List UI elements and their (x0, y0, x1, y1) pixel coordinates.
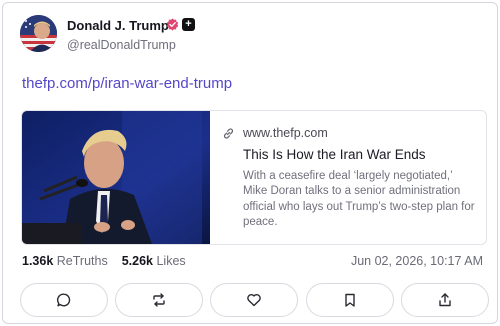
action-bar (20, 283, 490, 317)
preview-thumbnail (22, 111, 210, 244)
retruths-count[interactable]: 1.36k (22, 254, 53, 268)
engagement-stats: 1.36k ReTruths 5.26k Likes (22, 254, 186, 268)
link-preview-card[interactable]: www.thefp.com This Is How the Iran War E… (21, 110, 487, 245)
verified-badge-icon (166, 18, 179, 31)
share-button[interactable] (401, 283, 489, 317)
bookmark-button[interactable] (306, 283, 394, 317)
post-card: Donald J. Trump + @realDonaldTrump thefp… (2, 2, 498, 324)
retruth-button[interactable] (115, 283, 203, 317)
plus-badge-icon: + (182, 18, 195, 31)
like-button[interactable] (210, 283, 298, 317)
bookmark-icon (345, 293, 355, 307)
preview-description: With a ceasefire deal ‘largely negotiate… (243, 170, 475, 229)
preview-domain: www.thefp.com (243, 126, 328, 140)
link-icon (223, 128, 234, 139)
post-link[interactable]: thefp.com/p/iran-war-end-trump (22, 75, 232, 92)
reply-button[interactable] (20, 283, 108, 317)
share-icon (439, 293, 451, 307)
post-timestamp[interactable]: Jun 02, 2026, 10:17 AM (351, 254, 483, 268)
preview-title: This Is How the Iran War Ends (243, 147, 426, 162)
likes-label[interactable]: Likes (156, 254, 185, 268)
retruth-icon (153, 293, 165, 307)
comment-icon (56, 293, 71, 307)
heart-icon (247, 293, 261, 307)
likes-count[interactable]: 5.26k (122, 254, 153, 268)
author-name[interactable]: Donald J. Trump (67, 18, 169, 33)
retruths-label[interactable]: ReTruths (57, 254, 108, 268)
author-handle[interactable]: @realDonaldTrump (67, 38, 176, 52)
avatar[interactable] (20, 15, 57, 52)
